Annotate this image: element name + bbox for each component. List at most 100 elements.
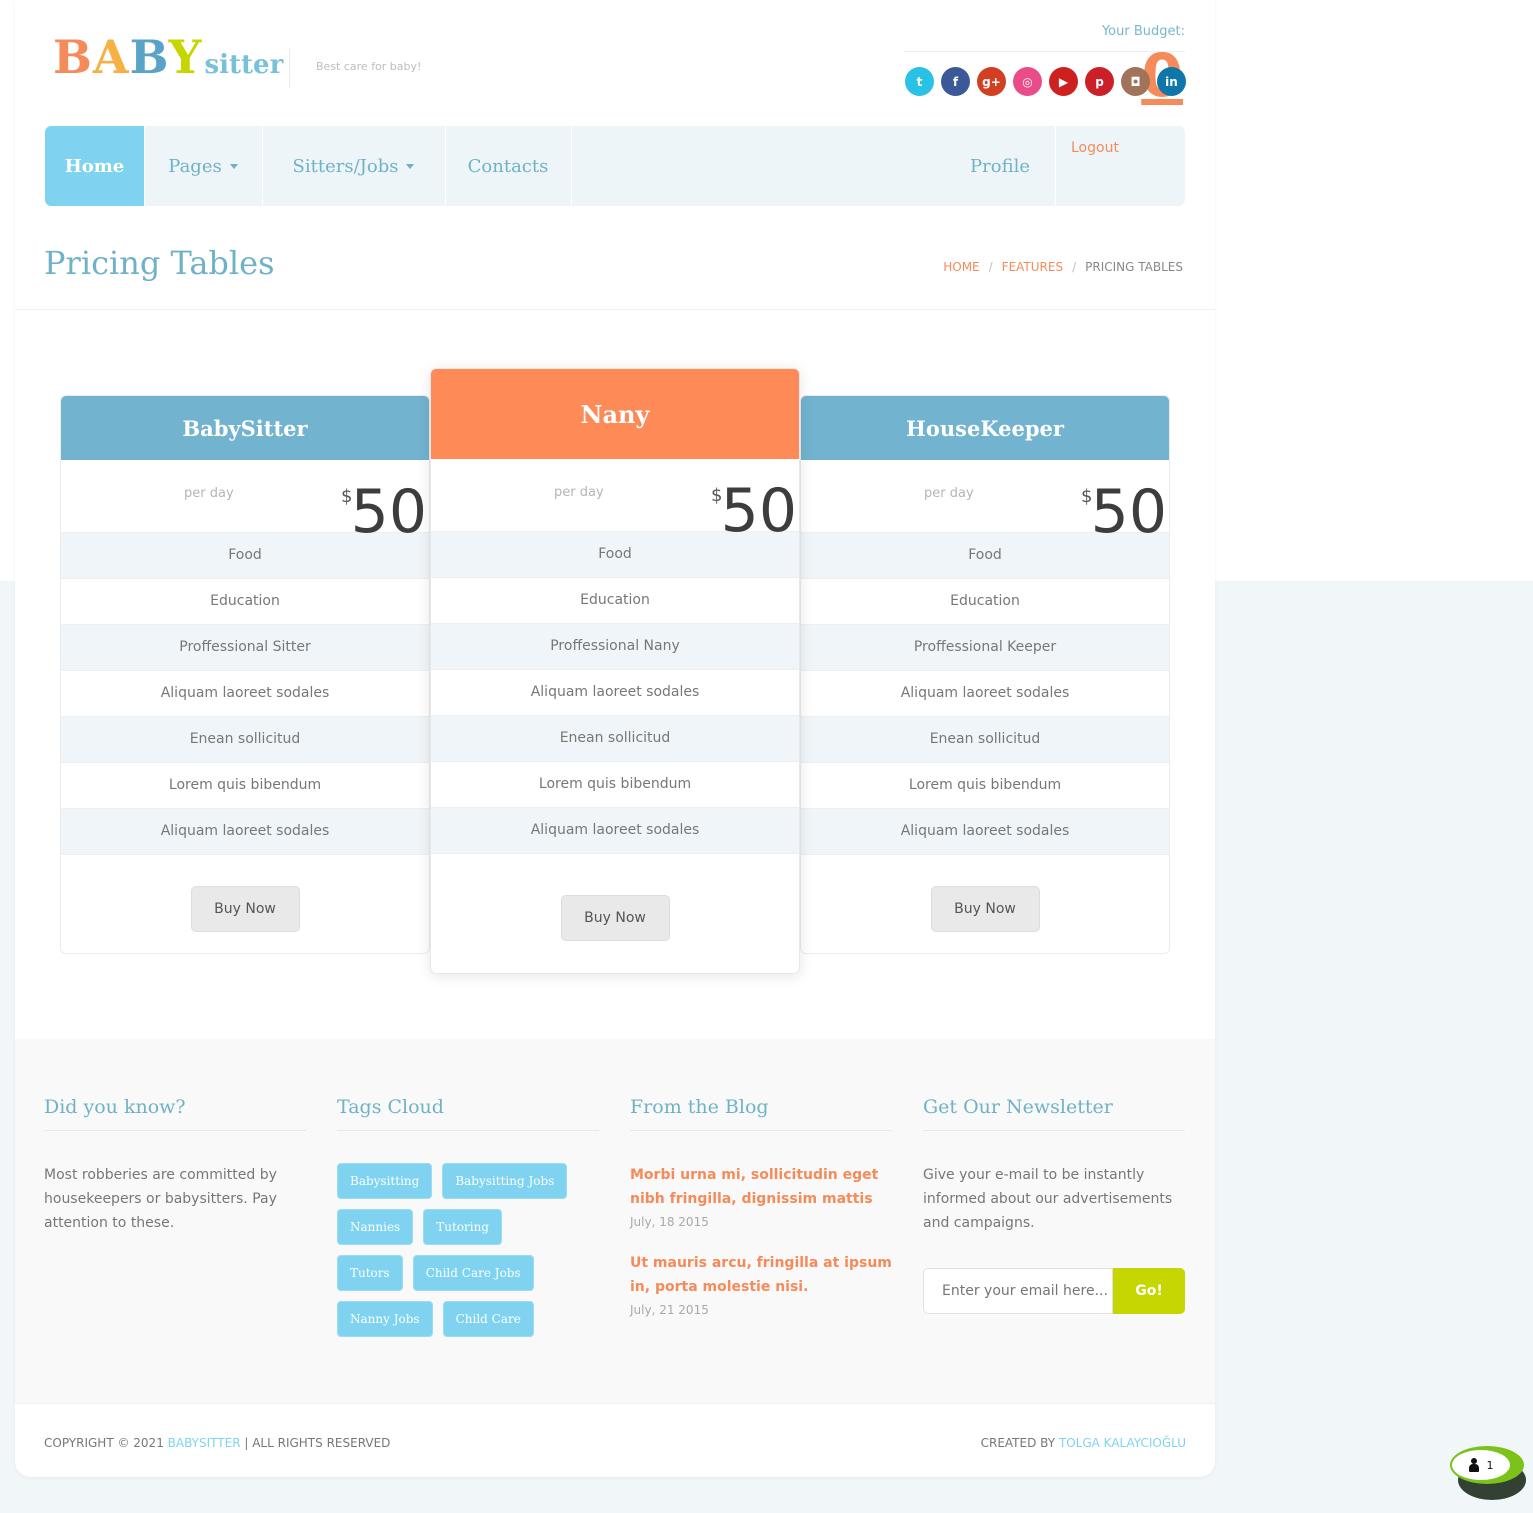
plan-amount: 50 [350,477,427,547]
buy-now-button[interactable]: Buy Now [560,895,670,941]
nav-sitters-jobs[interactable]: Sitters/Jobs [262,126,446,206]
blog-post: Ut mauris arcu, fringilla at ipsum in, p… [630,1251,892,1317]
plan-feature: Proffessional Sitter [61,625,429,671]
tag-link[interactable]: Nannies [337,1209,414,1245]
dribbble-icon[interactable]: ◎ [1013,67,1042,96]
instagram-icon[interactable]: ◘ [1121,67,1150,96]
youtube-icon[interactable]: ▶ [1049,67,1078,96]
budget-divider [904,51,1185,52]
plan-feature: Enean sollicitud [431,716,799,762]
breadcrumb: HOME / FEATURES / PRICING TABLES [943,260,1183,274]
created-by-label: CREATED BY [980,1436,1056,1450]
plan-feature: Lorem quis bibendum [61,763,429,809]
linkedin-icon[interactable]: in [1157,67,1186,96]
plan-feature: Enean sollicitud [61,717,429,763]
plan-button-wrap: Buy Now [801,886,1169,932]
plan-name: HouseKeeper [801,396,1169,460]
plan-period: per day [184,486,234,501]
nav-home[interactable]: Home [45,126,145,206]
breadcrumb-current: PRICING TABLES [1085,260,1183,274]
copyright-text: COPYRIGHT © 2021 BABYSITTER | ALL RIGHTS… [44,1436,390,1450]
plan-feature: Education [431,578,799,624]
plan-amount: 50 [1090,477,1167,547]
tag-link[interactable]: Nanny Jobs [337,1301,433,1337]
tag-link[interactable]: Child Care Jobs [412,1255,534,1291]
plan-feature: Lorem quis bibendum [431,762,799,808]
plan-feature: Proffessional Nany [431,624,799,670]
chevron-down-icon [229,163,238,169]
chat-widget[interactable]: 1 [1448,1446,1528,1502]
plan-price: per day $ 50 [431,459,799,541]
author-link[interactable]: TOLGA KALAYCIOĞLU [1059,1436,1186,1450]
nav-contacts-label: Contacts [467,155,549,177]
plan-feature: Education [61,579,429,625]
nav-profile[interactable]: Profile [945,126,1055,206]
email-field[interactable] [923,1268,1113,1314]
tag-link[interactable]: Tutoring [423,1209,502,1245]
footer-heading: Get Our Newsletter [923,1096,1185,1131]
plan-button-wrap: Buy Now [431,895,799,941]
breadcrumb-features[interactable]: FEATURES [1002,260,1063,274]
facebook-icon[interactable]: f [941,67,970,96]
plan-amount: 50 [720,476,797,546]
pricing-plan-nany: Nany per day $ 50 Food Education Proffes… [430,368,800,974]
logout-link[interactable]: Logout [1055,126,1185,206]
footer-tags-cloud: Tags Cloud Babysitting Babysitting Jobs Na… [337,1096,599,1337]
plan-price: per day $ 50 [801,460,1169,542]
logo-letter: B [129,30,169,84]
nav-pages-label: Pages [168,155,222,177]
breadcrumb-separator: / [1072,260,1077,274]
footer-heading: From the Blog [630,1096,892,1131]
blog-post-title[interactable]: Ut mauris arcu, fringilla at ipsum in, p… [630,1251,892,1299]
plan-feature: Lorem quis bibendum [801,763,1169,809]
plan-feature: Aliquam laoreet sodales [61,671,429,717]
google-plus-icon[interactable]: g+ [977,67,1006,96]
tag-list: Babysitting Babysitting Jobs Nannies Tutori… [337,1163,577,1337]
nav-home-label: Home [64,155,125,177]
plan-feature: Aliquam laoreet sodales [431,670,799,716]
budget-label: Your Budget: [1101,24,1185,39]
tag-link[interactable]: Babysitting [337,1163,433,1199]
pricing-plan-housekeeper: HouseKeeper per day $ 50 Food Education … [800,395,1170,954]
copyright-bar: COPYRIGHT © 2021 BABYSITTER | ALL RIGHTS… [15,1403,1215,1477]
social-links: t f g+ ◎ ▶ p ◘ in [905,67,1186,96]
did-you-know-text: Most robberies are committed by housekee… [44,1167,277,1231]
logo[interactable]: BABYsitter [53,30,283,84]
pinterest-icon[interactable]: p [1085,67,1114,96]
plan-feature: Aliquam laoreet sodales [431,808,799,854]
buy-now-button[interactable]: Buy Now [190,886,300,932]
page-title: Pricing Tables [44,244,275,282]
nav-pages[interactable]: Pages [144,126,263,206]
buy-now-button[interactable]: Buy Now [930,886,1040,932]
newsletter-text: Give your e-mail to be instantly informe… [923,1167,1173,1231]
tag-link[interactable]: Babysitting Jobs [442,1163,568,1199]
logo-letter: B [53,30,93,84]
breadcrumb-separator: / [988,260,993,274]
tag-link[interactable]: Tutors [337,1255,403,1291]
plan-name: BabySitter [61,396,429,460]
chevron-down-icon [406,163,415,169]
subscribe-button[interactable]: Go! [1113,1268,1185,1314]
title-divider [15,309,1215,310]
copyright-suffix: | ALL RIGHTS RESERVED [244,1436,391,1450]
budget: Your Budget:0 [1101,24,1185,106]
copyright-brand-link[interactable]: BABYSITTER [168,1436,241,1450]
plan-feature: Enean sollicitud [801,717,1169,763]
plan-name: Nany [431,369,799,459]
footer: Did you know? Most robberies are committ… [15,1039,1215,1403]
person-icon [1468,1458,1479,1472]
footer-heading: Tags Cloud [337,1096,599,1131]
pricing-plan-babysitter: BabySitter per day $ 50 Food Education P… [60,395,430,954]
blog-post-title[interactable]: Morbi urna mi, sollicitudin eget nibh fr… [630,1163,892,1211]
breadcrumb-home[interactable]: HOME [943,260,979,274]
copyright-prefix: COPYRIGHT © 2021 [44,1436,164,1450]
tag-link[interactable]: Child Care [442,1301,534,1337]
blog-post-date: July, 21 2015 [630,1303,709,1317]
logo-suffix: sitter [204,50,284,80]
twitter-icon[interactable]: t [905,67,934,96]
plan-button-wrap: Buy Now [61,886,429,932]
chat-count: 1 [1486,1458,1494,1472]
logo-letter: Y [168,30,203,84]
plan-feature: Proffessional Keeper [801,625,1169,671]
nav-contacts[interactable]: Contacts [445,126,572,206]
